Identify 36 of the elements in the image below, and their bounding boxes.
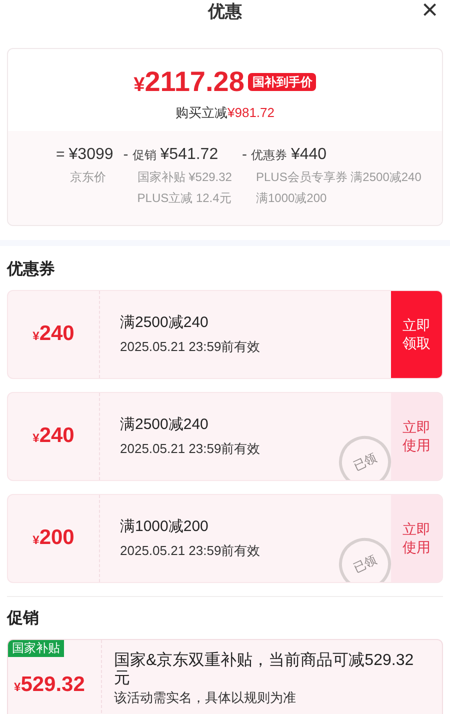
coupon-amount: ¥240 <box>32 423 74 450</box>
breakdown-detail: 国家补贴 ¥529.32 <box>136 168 232 186</box>
coupon-condition: 满1000减200 <box>120 517 210 537</box>
promotion-tag: 国家补贴 <box>8 640 64 656</box>
price-tag: 国补到手价 <box>248 73 316 91</box>
promotion-description: 国家&京东双重补贴，当前商品可减529.32元 <box>114 652 415 688</box>
breakdown-label: 优惠券 <box>250 146 287 164</box>
final-price: ¥2117.28 <box>134 65 244 99</box>
coupon-amount: ¥240 <box>32 321 74 348</box>
coupon-action-button[interactable]: 立即 领取 <box>391 290 442 378</box>
coupon-action-button[interactable]: 立即 使用 <box>391 494 442 582</box>
section-title: 优惠券 <box>7 260 56 280</box>
breakdown-detail: 京东价 <box>69 168 107 186</box>
close-button[interactable]: × <box>422 0 438 24</box>
coupon-validity: 2025.05.21 23:59前有效 <box>120 542 262 560</box>
coupon-action-button[interactable]: 立即 使用 <box>391 392 442 480</box>
promotion-note: 该活动需实名，具体以规则为准 <box>114 688 297 706</box>
breakdown-detail: PLUS立减 12.4元 <box>136 190 232 206</box>
breakdown-amount: ¥3099 <box>68 144 114 164</box>
sign: - <box>242 144 247 164</box>
coupon-condition: 满2500减240 <box>120 415 210 435</box>
coupon-amount: ¥200 <box>32 525 74 552</box>
breakdown-detail: 满1000减200 <box>254 190 328 206</box>
saving-text: 购买立减¥981.72 <box>176 104 274 122</box>
breakdown-label: 促销 <box>132 146 156 164</box>
section-title: 促销 <box>7 608 40 628</box>
breakdown-amount: ¥440 <box>290 144 327 164</box>
coupon-condition: 满2500减240 <box>120 313 210 333</box>
sheet-title: 优惠 <box>208 1 242 24</box>
promotion-amount: ¥529.32 <box>14 672 86 698</box>
coupon-validity: 2025.05.21 23:59前有效 <box>120 440 262 458</box>
breakdown-amount: ¥541.72 <box>160 144 218 164</box>
sign: - <box>123 144 128 164</box>
coupon-validity: 2025.05.21 23:59前有效 <box>120 338 262 356</box>
sign: = <box>56 144 65 164</box>
breakdown-detail: PLUS会员专享券 满2500减240 <box>254 168 422 186</box>
